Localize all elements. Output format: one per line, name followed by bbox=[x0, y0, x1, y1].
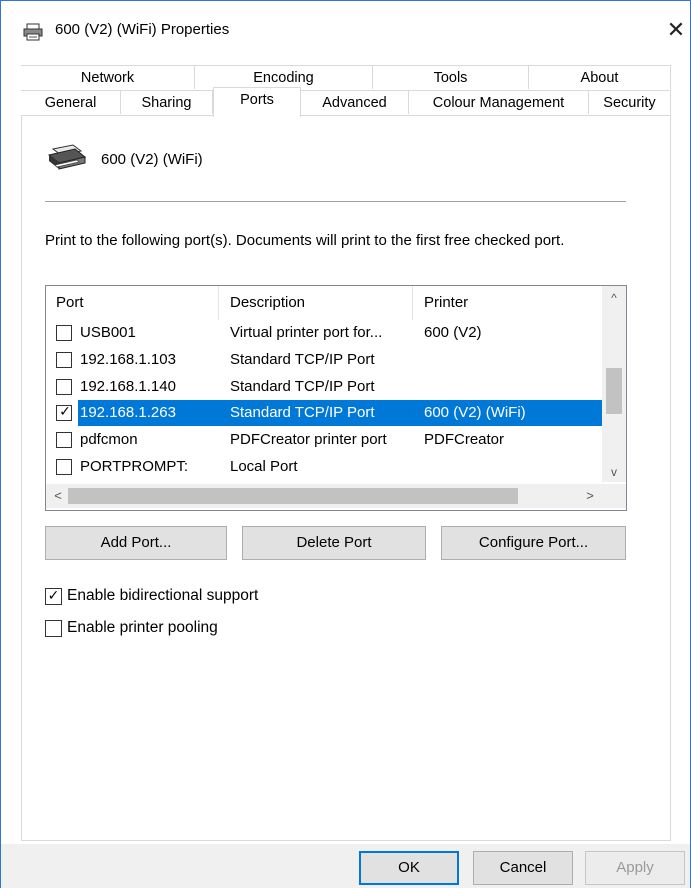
port-description: Standard TCP/IP Port bbox=[230, 404, 375, 421]
ports-list[interactable]: Port Description Printer USB001 Virtual … bbox=[45, 285, 627, 511]
vertical-scrollbar[interactable]: ^ v bbox=[602, 286, 626, 482]
printer-large-icon bbox=[45, 143, 87, 173]
printer-name: 600 (V2) (WiFi) bbox=[101, 151, 203, 168]
printer-icon bbox=[23, 23, 43, 41]
tab-colour-management[interactable]: Colour Management bbox=[409, 90, 589, 114]
vertical-scroll-thumb[interactable] bbox=[606, 368, 622, 414]
pooling-label[interactable]: Enable printer pooling bbox=[67, 619, 218, 637]
scroll-left-icon[interactable]: < bbox=[48, 484, 68, 508]
port-name: pdfcmon bbox=[80, 431, 138, 448]
tab-security[interactable]: Security bbox=[589, 90, 671, 114]
configure-port-button[interactable]: Configure Port... bbox=[441, 526, 626, 560]
title-bar: 600 (V2) (WiFi) Properties ✕ bbox=[1, 1, 690, 59]
tab-sharing[interactable]: Sharing bbox=[121, 90, 213, 114]
port-checkbox[interactable] bbox=[56, 459, 72, 475]
apply-button[interactable]: Apply bbox=[585, 851, 685, 885]
port-printer: PDFCreator bbox=[424, 431, 505, 448]
port-checkbox[interactable]: ✓ bbox=[56, 403, 72, 421]
tab-ports[interactable]: Ports bbox=[213, 87, 301, 117]
bidirectional-checkbox[interactable]: ✓ bbox=[45, 587, 62, 605]
port-row[interactable]: PORTPROMPT: Local Port bbox=[54, 454, 602, 480]
separator bbox=[45, 201, 626, 202]
column-header-printer[interactable]: Printer bbox=[424, 294, 468, 311]
port-name: 192.168.1.263 bbox=[80, 404, 176, 421]
scroll-down-icon[interactable]: v bbox=[602, 462, 626, 482]
tab-advanced[interactable]: Advanced bbox=[301, 90, 409, 114]
column-header-port[interactable]: Port bbox=[56, 294, 84, 311]
port-description: Standard TCP/IP Port bbox=[230, 378, 375, 395]
tab-general[interactable]: General bbox=[21, 90, 121, 114]
port-checkbox[interactable] bbox=[56, 352, 72, 368]
column-divider[interactable] bbox=[412, 286, 413, 320]
port-row[interactable]: USB001 Virtual printer port for... 600 (… bbox=[54, 320, 602, 346]
close-button[interactable]: ✕ bbox=[661, 15, 691, 45]
port-name: 192.168.1.140 bbox=[80, 378, 176, 395]
tab-network[interactable]: Network bbox=[21, 65, 195, 89]
port-row-selected[interactable]: ✓ 192.168.1.263 Standard TCP/IP Port 600… bbox=[54, 400, 602, 426]
port-description: Virtual printer port for... bbox=[230, 324, 383, 341]
scroll-right-icon[interactable]: > bbox=[580, 484, 600, 508]
port-row[interactable]: pdfcmon PDFCreator printer port PDFCreat… bbox=[54, 427, 602, 453]
port-description: Standard TCP/IP Port bbox=[230, 351, 375, 368]
scrollbar-corner bbox=[602, 484, 626, 508]
bidirectional-label[interactable]: Enable bidirectional support bbox=[67, 587, 258, 605]
ok-button[interactable]: OK bbox=[359, 851, 459, 885]
column-divider[interactable] bbox=[218, 286, 219, 320]
tab-encoding[interactable]: Encoding bbox=[195, 65, 373, 89]
port-name: PORTPROMPT: bbox=[80, 458, 189, 475]
check-icon: ✓ bbox=[47, 587, 60, 603]
port-description: PDFCreator printer port bbox=[230, 431, 387, 448]
port-checkbox[interactable] bbox=[56, 432, 72, 448]
check-icon: ✓ bbox=[59, 403, 71, 419]
tab-about[interactable]: About bbox=[529, 65, 671, 89]
port-name: USB001 bbox=[80, 324, 136, 341]
cancel-button[interactable]: Cancel bbox=[473, 851, 573, 885]
add-port-button[interactable]: Add Port... bbox=[45, 526, 227, 560]
port-printer: 600 (V2) bbox=[424, 324, 482, 341]
tab-tools[interactable]: Tools bbox=[373, 65, 529, 89]
horizontal-scrollbar[interactable]: < > bbox=[46, 484, 602, 508]
port-checkbox[interactable] bbox=[56, 379, 72, 395]
port-row[interactable]: 192.168.1.103 Standard TCP/IP Port bbox=[54, 347, 602, 373]
horizontal-scroll-thumb[interactable] bbox=[68, 488, 518, 504]
column-header-description[interactable]: Description bbox=[230, 294, 305, 311]
window-title: 600 (V2) (WiFi) Properties bbox=[55, 21, 230, 38]
ports-description: Print to the following port(s). Document… bbox=[45, 232, 565, 249]
printer-properties-window: 600 (V2) (WiFi) Properties ✕ Network Enc… bbox=[0, 0, 691, 888]
pooling-checkbox[interactable] bbox=[45, 620, 62, 637]
delete-port-button[interactable]: Delete Port bbox=[242, 526, 426, 560]
port-name: 192.168.1.103 bbox=[80, 351, 176, 368]
port-printer: 600 (V2) (WiFi) bbox=[424, 404, 526, 421]
port-checkbox[interactable] bbox=[56, 325, 72, 341]
scroll-up-icon[interactable]: ^ bbox=[602, 288, 626, 308]
port-description: Local Port bbox=[230, 458, 298, 475]
port-row[interactable]: 192.168.1.140 Standard TCP/IP Port bbox=[54, 374, 602, 400]
